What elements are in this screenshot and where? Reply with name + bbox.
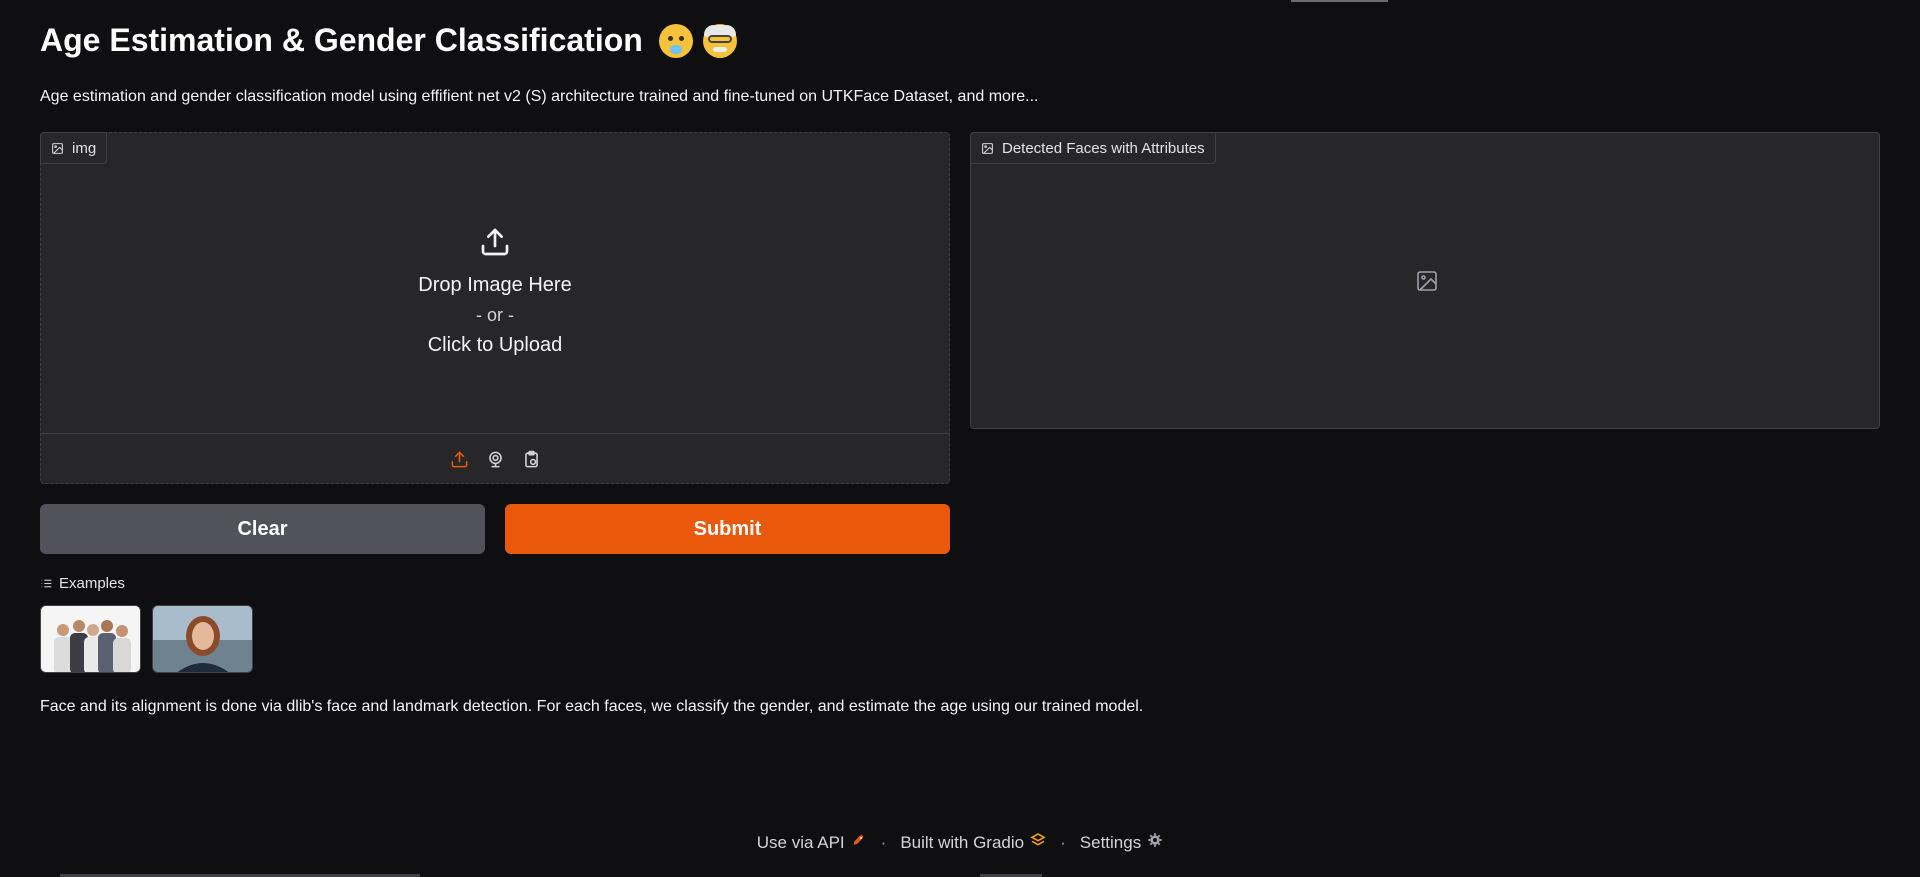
list-icon: [40, 577, 53, 590]
gradio-logo-icon: [1030, 832, 1046, 853]
upload-source-icon[interactable]: [448, 448, 470, 470]
settings-label: Settings: [1079, 832, 1142, 852]
image-icon: [981, 142, 994, 155]
page-description: Age estimation and gender classification…: [40, 88, 1039, 105]
image-placeholder-icon: [1415, 269, 1439, 293]
output-label-text: Detected Faces with Attributes: [1002, 139, 1205, 157]
source-selector: [41, 433, 949, 484]
built-with-gradio-link[interactable]: Built with Gradio: [900, 832, 1046, 853]
example-woman-portrait[interactable]: [152, 605, 253, 673]
example-group-photo[interactable]: [40, 605, 141, 673]
use-via-api-label: Use via API: [756, 832, 845, 852]
clear-button[interactable]: Clear: [40, 504, 485, 554]
image-input-panel[interactable]: img Drop Image Here - or - Click to Uplo…: [40, 132, 950, 484]
drop-image-text: Drop Image Here: [418, 274, 572, 296]
detected-faces-output-panel: Detected Faces with Attributes: [970, 132, 1880, 429]
settings-link[interactable]: Settings: [1080, 832, 1163, 853]
or-text: - or -: [476, 305, 514, 325]
page-title: Age Estimation & Gender Classification: [40, 22, 737, 59]
top-tab-indicator: [1291, 0, 1388, 2]
built-with-gradio-label: Built with Gradio: [900, 832, 1025, 852]
webcam-icon[interactable]: [484, 448, 506, 470]
page-title-text: Age Estimation & Gender Classification: [40, 22, 643, 58]
click-to-upload-text: Click to Upload: [427, 334, 563, 356]
upload-icon: [479, 226, 511, 258]
examples-header: Examples: [40, 575, 125, 592]
examples-label: Examples: [59, 575, 125, 592]
footer: Use via API · Built with Gradio · Settin…: [0, 832, 1920, 853]
upload-dropzone[interactable]: Drop Image Here - or - Click to Upload: [41, 133, 949, 433]
footer-separator: ·: [1060, 832, 1066, 852]
baby-face-emoji-icon: [658, 23, 693, 58]
model-description-note: Face and its alignment is done via dlib'…: [40, 698, 1144, 715]
older-person-emoji-icon: [702, 23, 737, 58]
submit-button[interactable]: Submit: [505, 504, 950, 554]
clipboard-icon[interactable]: [520, 448, 542, 470]
gradio-app: Age Estimation & Gender Classification A…: [0, 0, 1920, 877]
footer-separator: ·: [880, 832, 887, 852]
output-label: Detected Faces with Attributes: [970, 132, 1216, 164]
use-via-api-link[interactable]: Use via API: [757, 832, 867, 853]
rocket-icon: [851, 832, 867, 853]
gear-icon: [1147, 832, 1163, 853]
